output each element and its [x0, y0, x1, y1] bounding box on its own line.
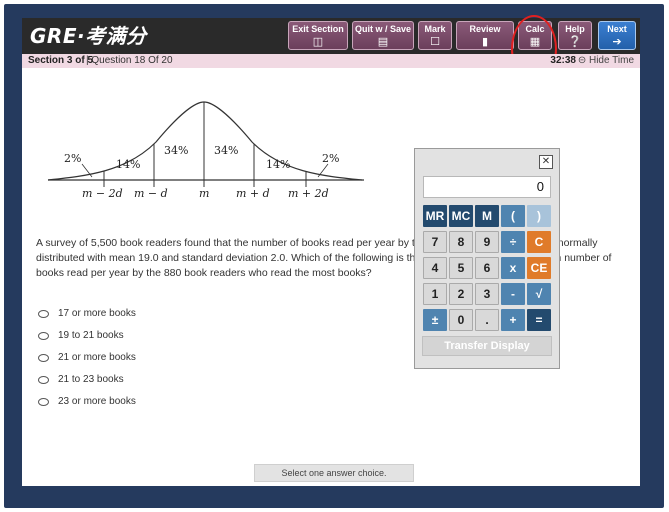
checkbox-icon: ☐: [430, 36, 440, 48]
calc-label: Calc: [525, 24, 545, 34]
hide-time-label: Hide Time: [588, 55, 634, 66]
calc-key-minus[interactable]: -: [501, 283, 525, 305]
answer-hint: Select one answer choice.: [254, 464, 414, 482]
radio-button[interactable]: [38, 398, 49, 406]
percent-label-1: 2%: [64, 152, 81, 165]
status-bar: Section 3 of 5 | Question 18 Of 20 32:38…: [22, 54, 640, 68]
bell-curve: [47, 101, 363, 181]
door-icon: ◫: [312, 36, 324, 48]
quit-save-label: Quit w / Save: [354, 24, 412, 34]
calc-key-decimal[interactable]: .: [475, 309, 499, 331]
tick-label-4: m + d: [236, 187, 270, 200]
transfer-display-button[interactable]: Transfer Display: [422, 336, 552, 356]
question-number: Question 18 Of 20: [91, 55, 173, 66]
timer: 32:38: [550, 55, 576, 66]
section-indicator: Section 3 of 5: [28, 55, 94, 66]
calc-key-sqrt[interactable]: √: [527, 283, 551, 305]
calc-key-5[interactable]: 5: [449, 257, 473, 279]
answer-option-label: 23 or more books: [58, 396, 136, 407]
calc-key-divide[interactable]: ÷: [501, 231, 525, 253]
calc-key-equals[interactable]: =: [527, 309, 551, 331]
calculator-icon: ▦: [529, 36, 541, 48]
top-toolbar: GRE·考满分 Exit Section ◫ Quit w / Save ▤ M…: [22, 18, 640, 54]
calc-key-0[interactable]: 0: [449, 309, 473, 331]
calc-key-mr[interactable]: MR: [423, 205, 447, 227]
normal-curve-figure: 2% 14% 34% 34% 14% 2% m − 2d m − d m m +…: [47, 101, 364, 200]
calc-key-plus-minus[interactable]: ±: [423, 309, 447, 331]
calc-key-multiply[interactable]: x: [501, 257, 525, 279]
calculator-display: 0: [423, 176, 551, 198]
review-label: Review: [469, 24, 501, 34]
percent-label-5: 14%: [266, 158, 290, 171]
calc-key-6[interactable]: 6: [475, 257, 499, 279]
hide-time-toggle[interactable]: ⊝ Hide Time: [578, 54, 634, 68]
next-button[interactable]: Next ➔: [598, 21, 636, 50]
calc-key-mc[interactable]: MC: [449, 205, 473, 227]
calc-key-clear-entry[interactable]: CE: [527, 257, 551, 279]
radio-button[interactable]: [38, 310, 49, 318]
close-icon[interactable]: ✕: [539, 155, 553, 169]
calc-key-8[interactable]: 8: [449, 231, 473, 253]
next-label: Next: [607, 24, 627, 34]
tick-label-3: m: [199, 187, 209, 200]
calc-key-7[interactable]: 7: [423, 231, 447, 253]
tick-label-2: m − d: [134, 187, 168, 200]
calc-key-m[interactable]: M: [475, 205, 499, 227]
percent-label-4: 34%: [214, 144, 238, 157]
arrow-right-icon: ➔: [612, 36, 622, 48]
help-button[interactable]: Help ❔: [558, 21, 592, 50]
answer-option-label: 21 to 23 books: [58, 374, 124, 385]
question-indicator: | Question 18 Of 20: [86, 55, 173, 66]
calc-key-3[interactable]: 3: [475, 283, 499, 305]
mark-button[interactable]: Mark ☐: [418, 21, 452, 50]
calc-key-open-paren[interactable]: (: [501, 205, 525, 227]
answer-option-label: 17 or more books: [58, 308, 136, 319]
radio-button[interactable]: [38, 354, 49, 362]
calc-key-1[interactable]: 1: [423, 283, 447, 305]
calculator-panel[interactable]: ✕ 0 MR MC M ( ) 7 8 9 ÷ C 4 5 6 x CE 1 2…: [414, 148, 560, 369]
percent-label-2: 14%: [116, 158, 140, 171]
calc-key-4[interactable]: 4: [423, 257, 447, 279]
calc-button[interactable]: Calc ▦: [518, 21, 552, 50]
answer-option-label: 19 to 21 books: [58, 330, 124, 341]
help-label: Help: [565, 24, 585, 34]
question-icon: ❔: [568, 36, 582, 48]
percent-label-3: 34%: [164, 144, 188, 157]
calc-key-close-paren[interactable]: ): [527, 205, 551, 227]
save-icon: ▤: [377, 36, 389, 48]
exit-section-button[interactable]: Exit Section ◫: [288, 21, 348, 50]
minus-circle-icon: ⊝: [577, 55, 587, 66]
calc-key-plus[interactable]: +: [501, 309, 525, 331]
tick-label-1: m − 2d: [82, 187, 123, 200]
radio-button[interactable]: [38, 376, 49, 384]
answer-option-label: 21 or more books: [58, 352, 136, 363]
mark-label: Mark: [424, 24, 446, 34]
exit-section-label: Exit Section: [292, 24, 344, 34]
radio-button[interactable]: [38, 332, 49, 340]
tick-label-5: m + 2d: [288, 187, 329, 200]
bookmark-icon: ▮: [481, 36, 489, 48]
quit-save-button[interactable]: Quit w / Save ▤: [352, 21, 414, 50]
percent-label-6: 2%: [322, 152, 339, 165]
calc-key-clear[interactable]: C: [527, 231, 551, 253]
calc-key-2[interactable]: 2: [449, 283, 473, 305]
app-logo: GRE·考满分: [30, 24, 147, 48]
calc-key-9[interactable]: 9: [475, 231, 499, 253]
review-button[interactable]: Review ▮: [456, 21, 514, 50]
